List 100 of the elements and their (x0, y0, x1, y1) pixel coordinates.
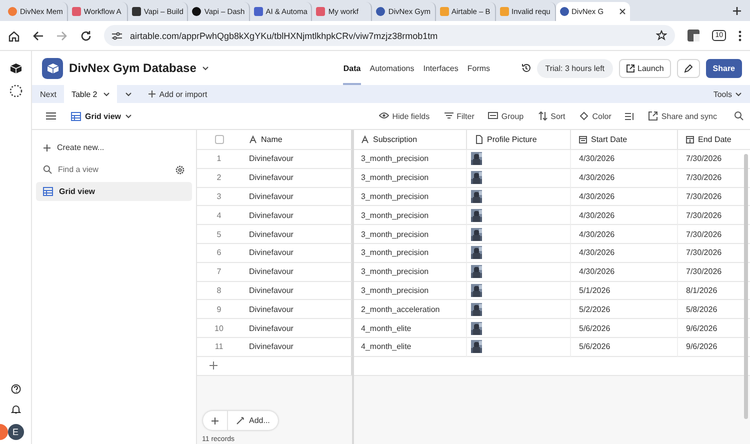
caret-icon (125, 114, 132, 118)
pen-icon (684, 64, 693, 72)
trial-badge[interactable]: Trial: 3 hours left (537, 58, 613, 78)
menu-icon[interactable] (46, 112, 56, 120)
table-cell[interactable]: 5/1/2026 (571, 282, 678, 300)
table-cell[interactable]: 4/30/2026 (571, 262, 678, 282)
share-button[interactable]: Share (706, 58, 742, 78)
table-cell[interactable]: 4/30/2026 (571, 206, 678, 226)
row-number: 6 (197, 244, 241, 263)
favicon-icon (376, 7, 386, 16)
table-cell[interactable]: 4/30/2026 (571, 188, 678, 206)
table-tab[interactable]: Table 2 (64, 85, 118, 103)
close-icon[interactable] (618, 8, 626, 15)
text-type-icon (249, 135, 257, 144)
row-number: 3 (197, 188, 241, 206)
nav-tab[interactable]: Automations (370, 51, 414, 85)
file-icon (475, 135, 483, 144)
favicon-icon (316, 7, 326, 16)
group-icon (488, 111, 498, 121)
star-icon[interactable] (656, 30, 668, 41)
site-settings-icon[interactable] (112, 31, 122, 40)
settings-icon (175, 164, 185, 174)
toolbar-button[interactable]: Sort (538, 111, 566, 121)
plus-icon (148, 90, 156, 98)
nav-tab[interactable]: Interfaces (423, 51, 458, 85)
scrollbar[interactable] (744, 154, 748, 419)
favicon-icon (500, 7, 509, 16)
plus-icon (211, 416, 219, 424)
table-cell[interactable]: 4/30/2026 (571, 150, 678, 169)
share-icon (648, 111, 658, 121)
favicon-icon (192, 7, 202, 16)
more-tables-icon (125, 92, 132, 96)
home-icon[interactable] (8, 30, 20, 42)
row-number: 7 (197, 262, 241, 282)
table-cell[interactable]: 4/30/2026 (571, 244, 678, 263)
eye-icon (379, 111, 390, 121)
toolbar-button[interactable]: Hide fields (379, 111, 430, 121)
toolbar-button[interactable]: Group (488, 111, 524, 121)
cube-icon[interactable] (10, 63, 22, 74)
plus-icon (43, 144, 51, 152)
find-view-field[interactable]: Find a view (58, 165, 169, 174)
previous-tables-label[interactable]: Next (40, 85, 56, 103)
favicon-icon (8, 7, 17, 16)
url-text: airtable.com/apprPwhQgb8kXgYKu/tblHXNjmtlkhpkCRv/viw7mzjz38rmob1tm (130, 30, 439, 40)
row-number: 2 (197, 168, 241, 188)
favicon-icon (254, 7, 263, 16)
add-row-icon[interactable] (209, 361, 218, 370)
reload-icon[interactable] (80, 30, 92, 42)
table-cell[interactable]: 5/6/2026 (571, 319, 678, 338)
column-header[interactable]: Start Date (571, 130, 678, 150)
sort-icon (538, 111, 548, 121)
calendar-icon (579, 135, 587, 144)
favicon-icon (72, 7, 81, 16)
table-cell[interactable]: 4/30/2026 (571, 168, 678, 188)
view-switcher[interactable]: Grid view (71, 112, 132, 120)
address-bar[interactable]: airtable.com/apprPwhQgb8kXgYKu/tblHXNjmtlkhpkCRv/viw7mzjz38rmob1tm (104, 25, 676, 46)
base-title[interactable]: DivNex Gym Database (69, 61, 196, 75)
more-menu-icon[interactable] (738, 30, 742, 42)
base-logo[interactable] (42, 58, 63, 78)
text-type-icon (361, 135, 369, 144)
column-header[interactable]: Profile Picture (467, 130, 571, 150)
table-cell[interactable]: 4/30/2026 (571, 225, 678, 244)
search-icon (43, 165, 52, 174)
tools-menu[interactable]: Tools (713, 85, 742, 103)
row-number: 8 (197, 282, 241, 300)
favicon-icon (440, 7, 449, 16)
calendar-icon (686, 135, 694, 144)
magic-wand-icon (236, 416, 245, 425)
row-number: 5 (197, 225, 241, 244)
caret-icon (103, 92, 110, 96)
add-or-import-button[interactable]: Add or import (148, 85, 208, 103)
toolbar-button[interactable]: Filter (444, 111, 474, 121)
grid-icon (43, 187, 53, 196)
toolbar-button[interactable]: Share and sync (648, 111, 717, 121)
toolbar-button[interactable]: Color (579, 111, 612, 121)
new-tab-icon[interactable] (732, 6, 742, 16)
launch-button[interactable]: Launch (618, 58, 671, 78)
column-header[interactable]: Name (241, 130, 353, 150)
back-icon[interactable] (32, 30, 44, 42)
bell-icon[interactable] (10, 404, 20, 414)
view-list-item[interactable]: Grid view (36, 182, 192, 201)
user-avatar[interactable]: E (8, 424, 24, 440)
edit-button[interactable] (676, 58, 700, 78)
search-icon[interactable] (734, 111, 744, 121)
help-icon[interactable] (10, 384, 20, 394)
table-cell[interactable]: 5/2/2026 (571, 300, 678, 320)
launch-icon (626, 64, 635, 72)
row-number: 10 (197, 319, 241, 338)
favicon-icon (132, 7, 141, 16)
caret-icon (735, 92, 742, 96)
create-new-button[interactable]: Create new... (36, 138, 192, 157)
column-header[interactable]: Subscription (353, 130, 467, 150)
nav-tab[interactable]: Forms (467, 51, 490, 85)
favicon-icon (560, 7, 569, 16)
loading-icon (8, 84, 22, 98)
history-icon[interactable] (521, 63, 532, 73)
select-all-checkbox[interactable] (214, 135, 224, 144)
cube-icon (46, 62, 58, 74)
row-number: 4 (197, 206, 241, 226)
filter-icon (444, 111, 454, 121)
